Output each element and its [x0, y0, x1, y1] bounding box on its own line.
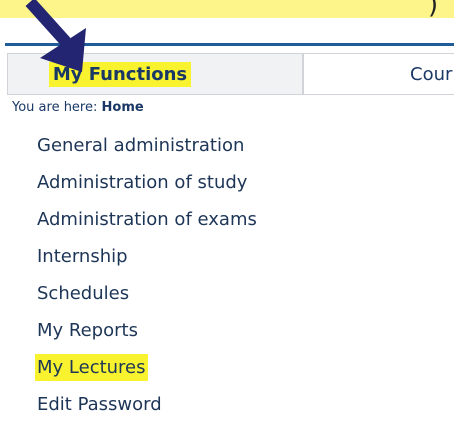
tab-courses[interactable]: Cour	[303, 53, 454, 95]
highlighted-instruction-banner: )	[0, 0, 454, 18]
banner-paren: )	[428, 0, 439, 18]
breadcrumb: You are here: Home	[12, 100, 144, 115]
tab-courses-label: Cour	[410, 63, 453, 85]
menu-item-edit-password[interactable]: Edit Password	[37, 390, 257, 427]
menu-item-internship[interactable]: Internship	[37, 242, 257, 279]
breadcrumb-prefix: You are here:	[12, 100, 102, 115]
tab-my-functions-label: My Functions	[48, 61, 192, 87]
menu-item-my-reports[interactable]: My Reports	[37, 316, 257, 353]
breadcrumb-home-link[interactable]: Home	[102, 100, 144, 115]
tab-my-functions[interactable]: My Functions	[7, 53, 303, 95]
menu-item-administration-of-exams[interactable]: Administration of exams	[37, 205, 257, 242]
menu-item-schedules[interactable]: Schedules	[37, 279, 257, 316]
functions-menu: General administration Administration of…	[35, 131, 257, 427]
menu-item-general-administration[interactable]: General administration	[37, 131, 257, 168]
menu-item-my-lectures[interactable]: My Lectures	[35, 353, 257, 390]
header-accent-line	[5, 43, 454, 46]
menu-item-administration-of-study[interactable]: Administration of study	[37, 168, 257, 205]
